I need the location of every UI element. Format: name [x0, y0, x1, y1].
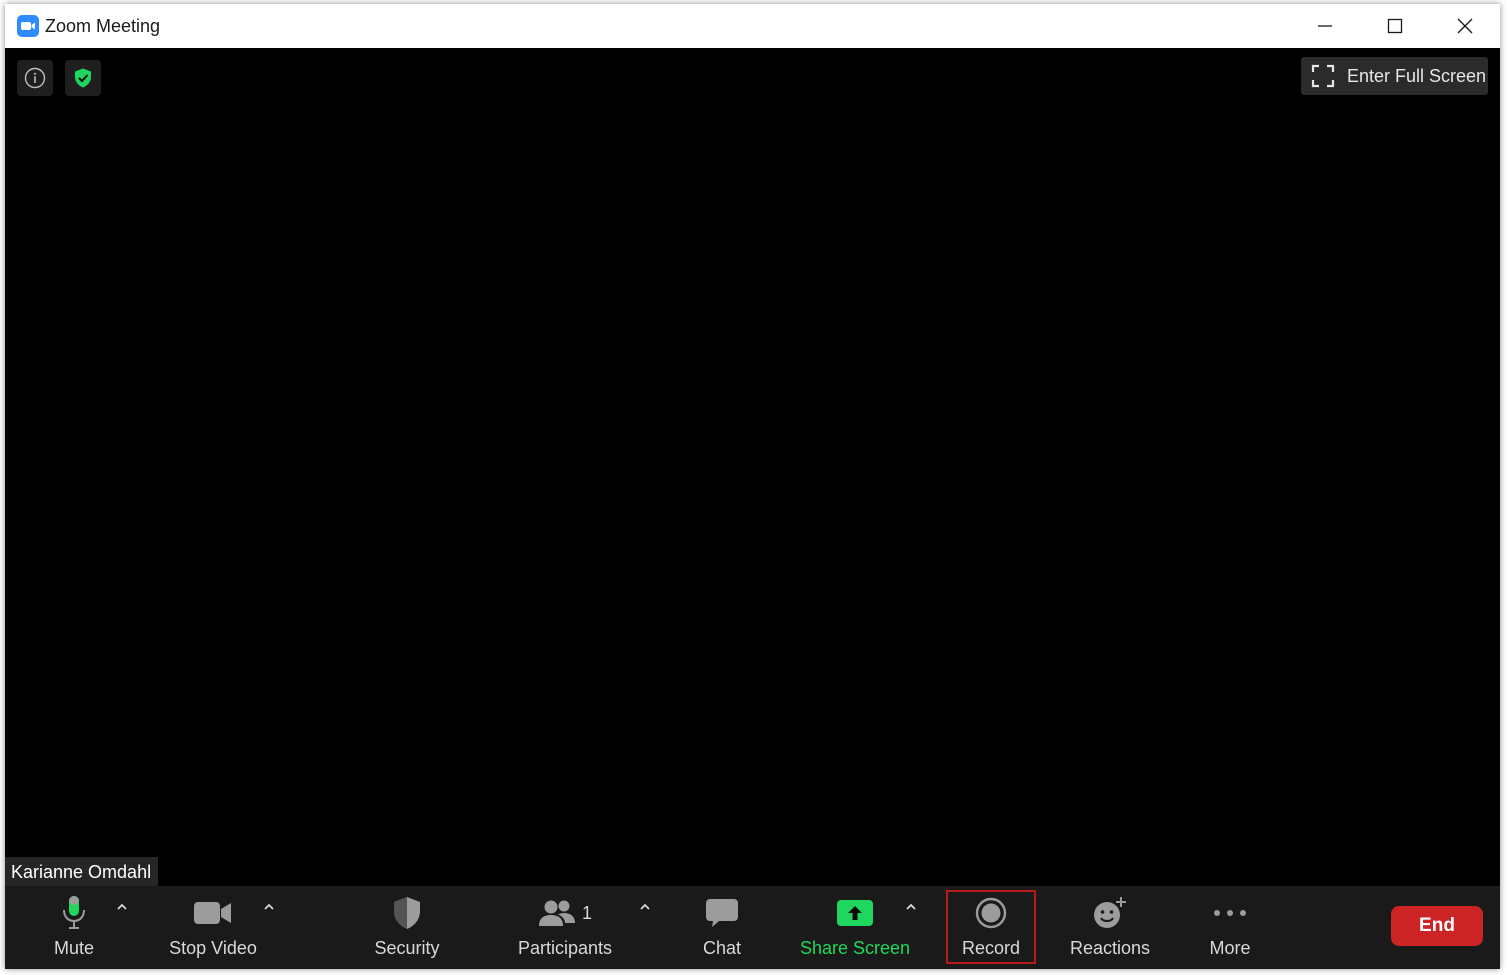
record-label: Record	[961, 938, 1021, 958]
mute-button[interactable]: Mute	[43, 886, 105, 969]
share-options-button[interactable]	[902, 898, 920, 916]
meeting-toolbar: Mute Stop Video Security 1 Participants …	[5, 886, 1500, 969]
enter-full-screen-button[interactable]: Enter Full Screen	[1301, 57, 1488, 95]
stop-video-label: Stop Video	[169, 938, 257, 958]
encryption-status-button[interactable]	[65, 60, 101, 96]
more-button[interactable]: More	[1200, 886, 1260, 969]
record-button[interactable]: Record	[951, 886, 1031, 969]
encryption-shield-icon	[75, 68, 91, 88]
participant-name-tag: Karianne Omdahl	[5, 857, 159, 887]
zoom-meeting-window: Zoom Meeting Enter Full Screen Karianne	[5, 4, 1500, 969]
window-title: Zoom Meeting	[45, 16, 161, 36]
security-button[interactable]: Security	[367, 886, 447, 969]
video-camera-icon	[194, 902, 231, 924]
fullscreen-label: Enter Full Screen	[1347, 65, 1487, 86]
microphone-icon	[63, 896, 85, 929]
more-label: More	[1209, 938, 1251, 958]
share-screen-label: Share Screen	[799, 938, 911, 958]
fullscreen-icon	[1311, 64, 1335, 88]
participants-label: Participants	[517, 938, 613, 958]
video-options-button[interactable]	[260, 898, 278, 916]
participants-icon	[538, 900, 575, 926]
info-icon	[24, 67, 46, 89]
maximize-icon	[1387, 18, 1403, 34]
more-dots-icon	[1214, 910, 1246, 916]
share-screen-icon	[837, 900, 873, 926]
chevron-up-icon	[117, 903, 127, 910]
maximize-button[interactable]	[1360, 4, 1430, 48]
chevron-up-icon	[640, 903, 650, 910]
chat-label: Chat	[702, 938, 742, 958]
close-button[interactable]	[1430, 4, 1500, 48]
chevron-up-icon	[264, 903, 274, 910]
title-bar: Zoom Meeting	[5, 4, 1500, 48]
participants-count: 1	[581, 902, 592, 923]
minimize-button[interactable]	[1290, 4, 1360, 48]
close-icon	[1457, 18, 1473, 34]
audio-options-button[interactable]	[113, 898, 131, 916]
reactions-icon	[1094, 897, 1126, 928]
chevron-up-icon	[906, 903, 916, 910]
end-meeting-button[interactable]: End	[1391, 906, 1483, 946]
share-screen-button[interactable]: Share Screen	[795, 886, 915, 969]
meeting-info-button[interactable]	[17, 60, 53, 96]
minimize-icon	[1318, 25, 1332, 27]
stop-video-button[interactable]: Stop Video	[163, 886, 263, 969]
record-icon	[975, 897, 1007, 929]
video-area	[5, 48, 1500, 886]
reactions-button[interactable]: Reactions	[1065, 886, 1155, 969]
security-label: Security	[374, 938, 440, 958]
chat-bubble-icon	[706, 899, 738, 927]
security-shield-icon	[394, 897, 420, 929]
mute-label: Mute	[53, 938, 95, 958]
reactions-label: Reactions	[1069, 938, 1151, 958]
participants-button[interactable]: 1 Participants	[510, 886, 620, 969]
chat-button[interactable]: Chat	[692, 886, 752, 969]
zoom-logo-icon	[17, 15, 39, 37]
participants-options-button[interactable]	[636, 898, 654, 916]
